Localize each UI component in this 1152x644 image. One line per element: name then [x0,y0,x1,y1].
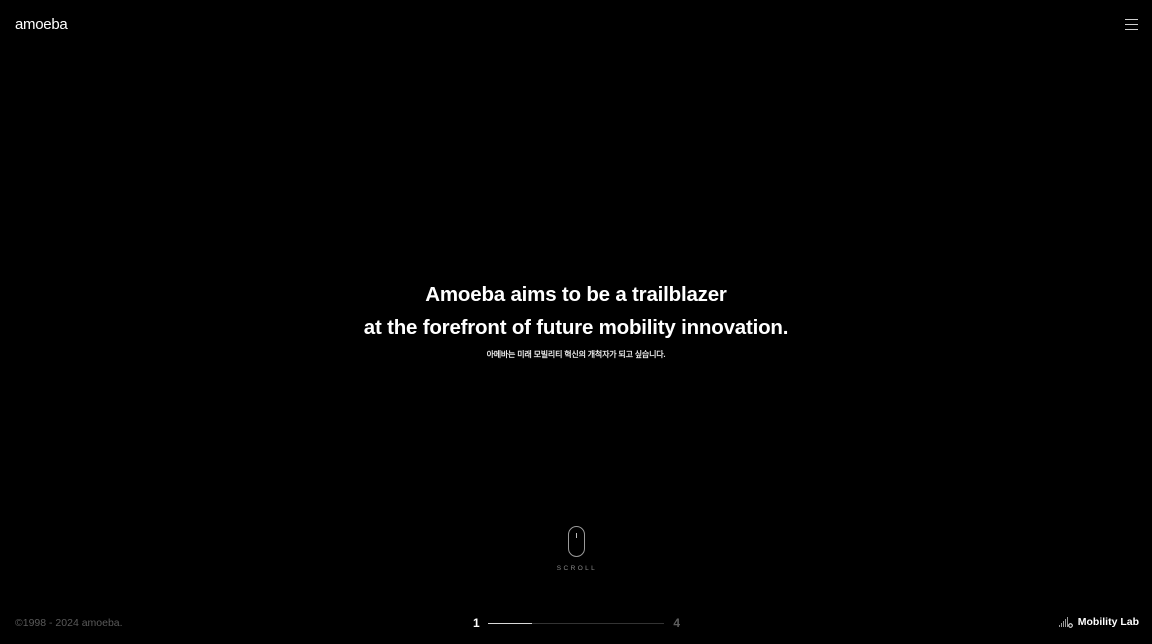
hero-title-line-2: at the forefront of future mobility inno… [363,316,789,339]
pager-progress-track [488,623,664,624]
page: amoeba Amoeba aims to be a trailblazer a… [0,0,1152,644]
hero-subtitle: 아메바는 미래 모빌리티 혁신의 개척자가 되고 싶습니다. [486,350,666,359]
pager-progress-fill [488,623,532,624]
mobility-lab-label: Mobility Lab [1077,616,1139,628]
signal-bars-icon [1058,616,1073,628]
slide-pager: 1 4 [470,614,684,634]
pager-current: 1 [473,616,480,630]
scroll-indicator[interactable]: SCROLL [545,526,607,572]
logo[interactable]: amoeba [15,16,68,33]
hero-title-line-1: Amoeba aims to be a trailblazer [425,283,727,306]
mouse-scroll-icon [567,526,585,557]
pager-total: 4 [673,616,680,630]
mobility-lab-link[interactable]: Mobility Lab [1058,616,1139,628]
copyright: ©1998 - 2024 amoeba. [15,617,123,629]
hero: Amoeba aims to be a trailblazer at the f… [0,278,1152,360]
hamburger-menu-icon[interactable] [1125,18,1138,30]
scroll-label: SCROLL [556,565,598,572]
